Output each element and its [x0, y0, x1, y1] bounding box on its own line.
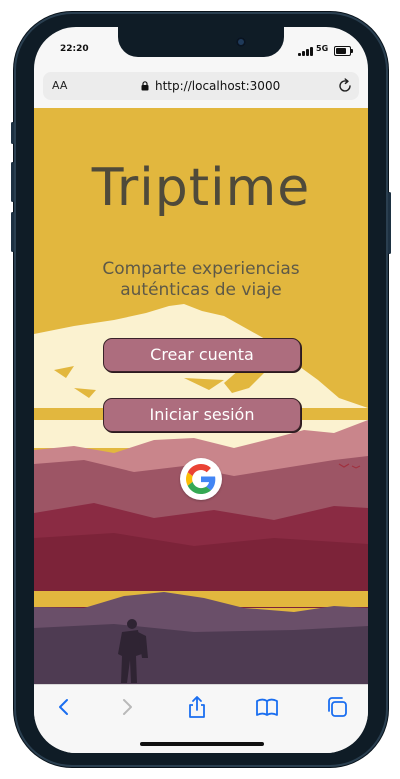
google-icon — [186, 464, 216, 494]
web-content: Triptime Comparte experiencias auténtica… — [34, 108, 368, 684]
status-time: 22:20 — [60, 44, 89, 54]
text-size-label: AA — [52, 79, 68, 92]
url-text[interactable]: http://localhost:3000 — [155, 79, 280, 93]
create-account-button[interactable]: Crear cuenta — [103, 338, 301, 372]
phone-screen: 22:20 5G AA http://localhost:3000 Tripti… — [34, 27, 368, 753]
volume-down-button — [11, 212, 14, 252]
back-icon[interactable] — [52, 695, 76, 719]
login-button[interactable]: Iniciar sesión — [103, 398, 301, 432]
tabs-icon[interactable] — [325, 695, 349, 719]
reload-icon[interactable] — [337, 78, 353, 94]
power-button — [388, 192, 391, 254]
share-icon[interactable] — [185, 695, 209, 719]
lock-icon — [141, 81, 149, 91]
app-subtitle: Comparte experiencias auténticas de viaj… — [102, 259, 300, 300]
front-camera — [236, 37, 246, 47]
bookmarks-icon[interactable] — [255, 695, 279, 719]
google-signin-button[interactable] — [180, 458, 222, 500]
battery-icon — [334, 46, 353, 56]
browser-toolbar — [34, 684, 368, 753]
notch — [118, 27, 284, 57]
address-bar[interactable]: AA http://localhost:3000 — [43, 72, 359, 100]
app-title: Triptime — [91, 158, 311, 218]
volume-up-button — [11, 162, 14, 202]
mute-switch — [11, 122, 14, 144]
signal-icon — [298, 47, 314, 56]
text-size-button[interactable]: AA — [52, 79, 67, 92]
home-indicator — [140, 742, 264, 746]
network-type: 5G — [316, 44, 329, 53]
forward-icon[interactable] — [115, 695, 139, 719]
